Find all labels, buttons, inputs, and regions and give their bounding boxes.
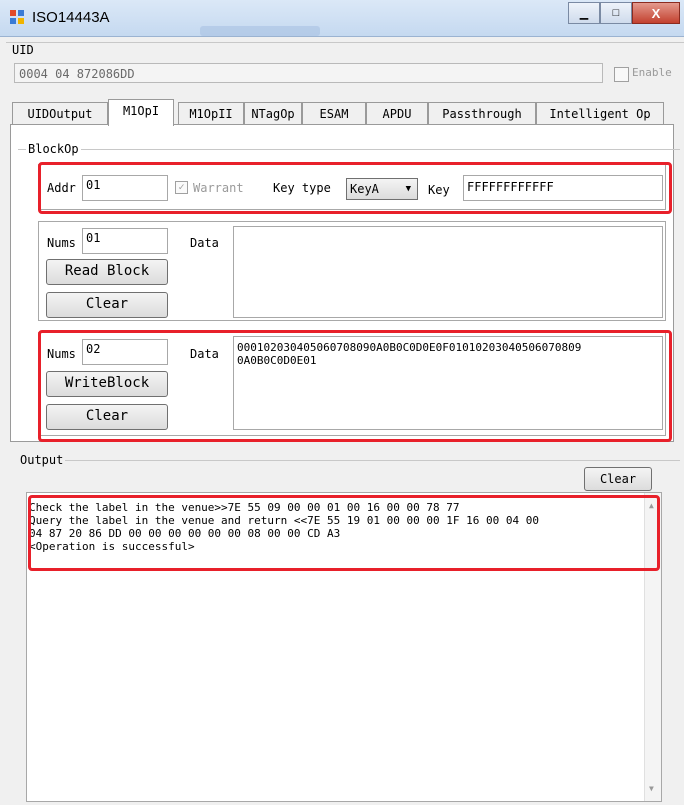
close-button[interactable]: X bbox=[632, 2, 680, 24]
tab-intelligent-op[interactable]: Intelligent Op bbox=[536, 102, 664, 124]
blockop-label: BlockOp bbox=[26, 142, 81, 156]
tab-m1opi[interactable]: M1OpI bbox=[108, 99, 174, 126]
read-nums-field[interactable]: 01 bbox=[82, 228, 168, 254]
blockop-group-border bbox=[18, 149, 680, 151]
read-data-field[interactable] bbox=[233, 226, 663, 318]
tab-passthrough[interactable]: Passthrough bbox=[428, 102, 536, 124]
tab-uidoutput[interactable]: UIDOutput bbox=[12, 102, 108, 124]
window-title: ISO14443A bbox=[32, 9, 110, 26]
output-group-border bbox=[20, 460, 680, 462]
output-clear-button[interactable]: Clear bbox=[584, 467, 652, 491]
maximize-button[interactable]: □ bbox=[600, 2, 632, 24]
highlight-frame bbox=[38, 162, 672, 214]
tab-m1opii[interactable]: M1OpII bbox=[178, 102, 244, 124]
tab-esam[interactable]: ESAM bbox=[302, 102, 366, 124]
uid-label: UID bbox=[12, 43, 34, 57]
enable-label: Enable bbox=[632, 66, 672, 79]
read-data-label: Data bbox=[190, 236, 219, 250]
read-nums-label: Nums bbox=[47, 236, 76, 250]
read-clear-button[interactable]: Clear bbox=[46, 292, 168, 318]
title-bar-overlay bbox=[200, 26, 320, 36]
window-controls: ▁ □ X bbox=[568, 2, 680, 24]
scroll-down-icon[interactable]: ▼ bbox=[649, 784, 654, 793]
minimize-button[interactable]: ▁ bbox=[568, 2, 600, 24]
read-block-button[interactable]: Read Block bbox=[46, 259, 168, 285]
highlight-frame bbox=[28, 495, 660, 571]
tab-apdu[interactable]: APDU bbox=[366, 102, 428, 124]
output-label: Output bbox=[20, 453, 66, 467]
uid-field[interactable]: 0004 04 872086DD bbox=[14, 63, 603, 83]
tab-ntagop[interactable]: NTagOp bbox=[244, 102, 302, 124]
app-icon bbox=[10, 10, 24, 24]
enable-checkbox[interactable] bbox=[614, 67, 629, 82]
highlight-frame bbox=[38, 330, 672, 442]
